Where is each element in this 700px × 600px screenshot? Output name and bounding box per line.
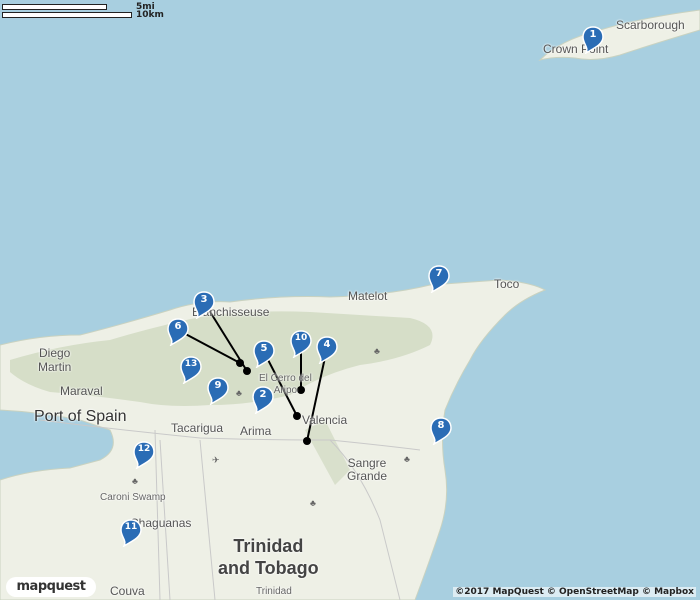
map-marker-5[interactable]: 5 bbox=[253, 340, 275, 368]
map-attribution[interactable]: ©2017 MapQuest © OpenStreetMap © Mapbox bbox=[453, 587, 696, 597]
marker-number: 9 bbox=[214, 380, 222, 391]
label-scarborough: Scarborough bbox=[616, 18, 685, 32]
marker-number: 10 bbox=[294, 333, 308, 343]
map-marker-13[interactable]: 13 bbox=[180, 356, 202, 384]
label-toco: Toco bbox=[494, 277, 520, 291]
scale-km-label: 10km bbox=[136, 10, 164, 20]
map-marker-9[interactable]: 9 bbox=[207, 377, 229, 405]
scale-bar-km bbox=[2, 12, 132, 18]
mapquest-logo[interactable]: mapquest bbox=[6, 577, 96, 597]
park-tree-icon: ♣ bbox=[132, 476, 138, 486]
label-matelot: Matelot bbox=[348, 289, 388, 303]
marker-number: 5 bbox=[260, 343, 268, 354]
label-tacarigua: Tacarigua bbox=[171, 421, 224, 435]
marker-number: 12 bbox=[137, 444, 151, 454]
label-port-of-spain: Port of Spain bbox=[34, 408, 127, 425]
map-marker-12[interactable]: 12 bbox=[133, 441, 155, 469]
map-marker-6[interactable]: 6 bbox=[167, 318, 189, 346]
park-tree-icon: ♣ bbox=[310, 498, 316, 508]
map-marker-3[interactable]: 3 bbox=[193, 291, 215, 319]
label-couva: Couva bbox=[110, 584, 145, 598]
label-caroni-swamp: Caroni Swamp bbox=[100, 492, 166, 503]
map-canvas[interactable]: 5mi 10km Scarborough Crown Point Toco Ma… bbox=[0, 0, 700, 600]
marker-number: 3 bbox=[200, 294, 208, 305]
marker-number: 6 bbox=[174, 321, 182, 332]
map-marker-11[interactable]: 11 bbox=[120, 519, 142, 547]
marker-number: 13 bbox=[184, 359, 198, 369]
map-marker-10[interactable]: 10 bbox=[290, 330, 312, 358]
map-marker-7[interactable]: 7 bbox=[428, 265, 450, 293]
marker-number: 11 bbox=[124, 522, 138, 532]
label-diego-martin: Diego Martin bbox=[38, 346, 72, 374]
marker-number: 7 bbox=[435, 268, 443, 279]
map-marker-2[interactable]: 2 bbox=[252, 386, 274, 414]
marker-number: 2 bbox=[259, 389, 267, 400]
map-marker-4[interactable]: 4 bbox=[316, 336, 338, 364]
label-country: Trinidad and Tobago bbox=[218, 536, 319, 578]
map-marker-1[interactable]: 1 bbox=[582, 26, 604, 54]
marker-number: 8 bbox=[437, 420, 445, 431]
map-marker-8[interactable]: 8 bbox=[430, 417, 452, 445]
marker-number: 1 bbox=[589, 29, 597, 40]
park-tree-icon: ♣ bbox=[236, 388, 242, 398]
park-tree-icon: ♣ bbox=[374, 346, 380, 356]
label-arima: Arima bbox=[240, 424, 272, 438]
scale-bar-miles bbox=[2, 4, 107, 10]
label-trinidad: Trinidad bbox=[256, 586, 292, 597]
label-valencia: Valencia bbox=[302, 413, 348, 427]
marker-number: 4 bbox=[323, 339, 331, 350]
airport-icon: ✈ bbox=[212, 455, 220, 465]
label-sangre-grande: Sangre Grande bbox=[347, 456, 388, 483]
label-maraval: Maraval bbox=[60, 384, 103, 398]
park-tree-icon: ♣ bbox=[404, 454, 410, 464]
